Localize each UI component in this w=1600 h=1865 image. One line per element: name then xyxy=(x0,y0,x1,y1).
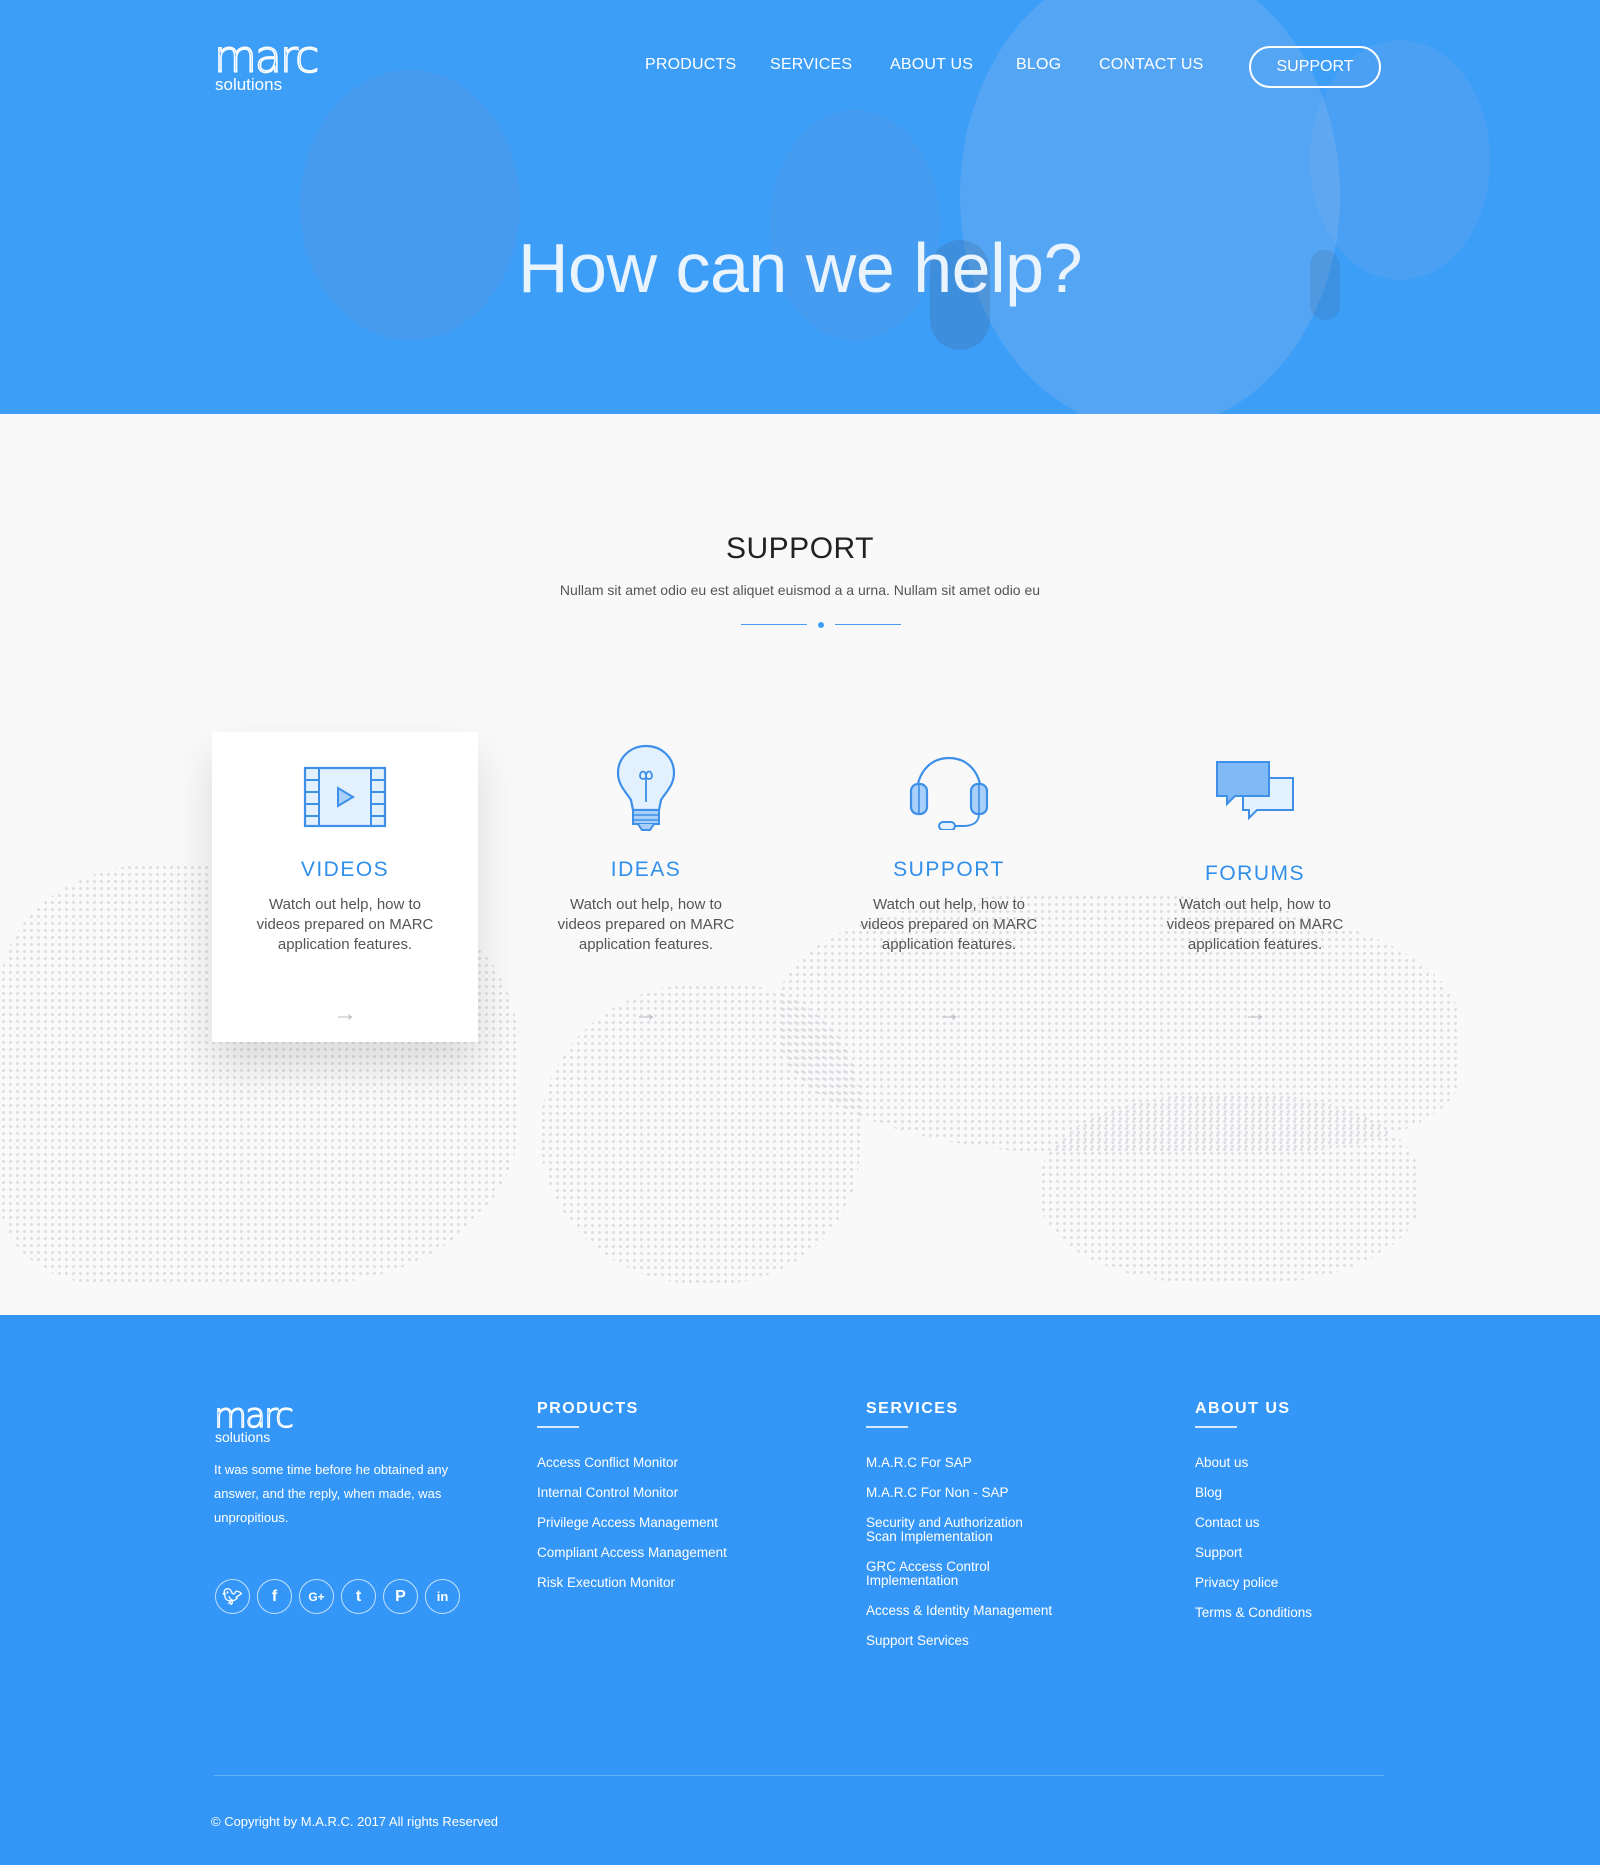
section-divider xyxy=(741,621,901,629)
pinterest-icon[interactable]: P xyxy=(383,1579,418,1614)
footer-link[interactable]: Blog xyxy=(1195,1486,1312,1500)
social-links: 🐦︎ f G+ t P in xyxy=(215,1579,460,1614)
footer-link[interactable]: Security and Authorization Scan Implemen… xyxy=(866,1516,1056,1544)
heading-underline xyxy=(1195,1426,1237,1428)
card-description: Watch out help, how to videos prepared o… xyxy=(860,896,1038,953)
card-description: Watch out help, how to videos prepared o… xyxy=(256,896,434,953)
arrow-right-icon[interactable]: → xyxy=(513,1000,779,1028)
card-title: FORUMS xyxy=(1205,862,1305,885)
footer-link[interactable]: Access Conflict Monitor xyxy=(537,1456,727,1470)
footer-link[interactable]: Risk Execution Monitor xyxy=(537,1576,727,1590)
footer-link[interactable]: M.A.R.C For SAP xyxy=(866,1456,1056,1470)
heading-underline xyxy=(866,1426,908,1428)
card-ideas[interactable]: IDEAS Watch out help, how to videos prep… xyxy=(513,732,779,1042)
twitter-icon[interactable]: 🐦︎ xyxy=(215,1579,250,1614)
card-title: IDEAS xyxy=(610,858,682,881)
nav-contact-us[interactable]: CONTACT US xyxy=(1099,56,1204,74)
column-heading: ABOUT US xyxy=(1195,1400,1291,1417)
column-heading: PRODUCTS xyxy=(537,1400,639,1417)
section-heading: SUPPORT xyxy=(726,532,874,565)
footer-link[interactable]: Privacy police xyxy=(1195,1576,1312,1590)
card-videos[interactable]: VIDEOS Watch out help, how to videos pre… xyxy=(212,732,478,1042)
footer-link[interactable]: Internal Control Monitor xyxy=(537,1486,727,1500)
footer-products-column: PRODUCTS Access Conflict Monitor Interna… xyxy=(537,1400,727,1606)
card-title: VIDEOS xyxy=(300,858,390,881)
arrow-right-icon[interactable]: → xyxy=(1122,1000,1388,1028)
facebook-icon[interactable]: f xyxy=(257,1579,292,1614)
arrow-right-icon[interactable]: → xyxy=(816,1000,1082,1028)
section-lead: Nullam sit amet odio eu est aliquet euis… xyxy=(559,582,1041,598)
hero-banner: marc solutions PRODUCTS SERVICES ABOUT U… xyxy=(0,0,1600,414)
nav-blog[interactable]: BLOG xyxy=(1016,56,1061,74)
card-forums[interactable]: FORUMS Watch out help, how to videos pre… xyxy=(1122,732,1388,1042)
footer-about-column: ABOUT US About us Blog Contact us Suppor… xyxy=(1195,1400,1312,1636)
footer-about-text: It was some time before he obtained any … xyxy=(214,1462,449,1525)
footer-link[interactable]: Terms & Conditions xyxy=(1195,1606,1312,1620)
footer-link[interactable]: GRC Access Control Implementation xyxy=(866,1560,1056,1588)
footer-link[interactable]: Contact us xyxy=(1195,1516,1312,1530)
lightbulb-icon xyxy=(513,742,779,832)
footer-link[interactable]: Support Services xyxy=(866,1634,1056,1648)
card-description: Watch out help, how to videos prepared o… xyxy=(1166,896,1344,953)
nav-about-us[interactable]: ABOUT US xyxy=(890,56,973,74)
column-heading: SERVICES xyxy=(866,1400,959,1417)
support-button[interactable]: SUPPORT xyxy=(1249,46,1381,88)
support-section: SUPPORT Nullam sit amet odio eu est aliq… xyxy=(0,414,1600,1315)
card-title: SUPPORT xyxy=(893,858,1005,881)
footer-services-column: SERVICES M.A.R.C For SAP M.A.R.C For Non… xyxy=(866,1400,1056,1664)
video-icon xyxy=(212,742,478,832)
footer-link[interactable]: M.A.R.C For Non - SAP xyxy=(866,1486,1056,1500)
footer-link[interactable]: About us xyxy=(1195,1456,1312,1470)
google-plus-icon[interactable]: G+ xyxy=(299,1579,334,1614)
nav-services[interactable]: SERVICES xyxy=(770,56,852,74)
chat-bubbles-icon xyxy=(1122,742,1388,832)
hero-title: How can we help? xyxy=(518,229,1083,307)
tumblr-icon[interactable]: t xyxy=(341,1579,376,1614)
card-support[interactable]: SUPPORT Watch out help, how to videos pr… xyxy=(816,732,1082,1042)
footer-divider xyxy=(214,1775,1384,1776)
footer-logo[interactable]: marc solutions xyxy=(213,1396,294,1444)
footer-link[interactable]: Compliant Access Management xyxy=(537,1546,727,1560)
logo-mark: marc xyxy=(213,1396,294,1436)
footer-link[interactable]: Support xyxy=(1195,1546,1312,1560)
arrow-right-icon[interactable]: → xyxy=(212,1000,478,1028)
nav-products[interactable]: PRODUCTS xyxy=(645,56,736,74)
footer-link[interactable]: Privilege Access Management xyxy=(537,1516,727,1530)
linkedin-icon[interactable]: in xyxy=(425,1579,460,1614)
site-footer: marc solutions It was some time before h… xyxy=(0,1315,1600,1865)
copyright-text: © Copyright by M.A.R.C. 2017 All rights … xyxy=(211,1814,499,1829)
heading-underline xyxy=(537,1426,579,1428)
card-description: Watch out help, how to videos prepared o… xyxy=(557,896,735,953)
footer-link[interactable]: Access & Identity Management xyxy=(866,1604,1056,1618)
headset-icon xyxy=(816,742,1082,832)
